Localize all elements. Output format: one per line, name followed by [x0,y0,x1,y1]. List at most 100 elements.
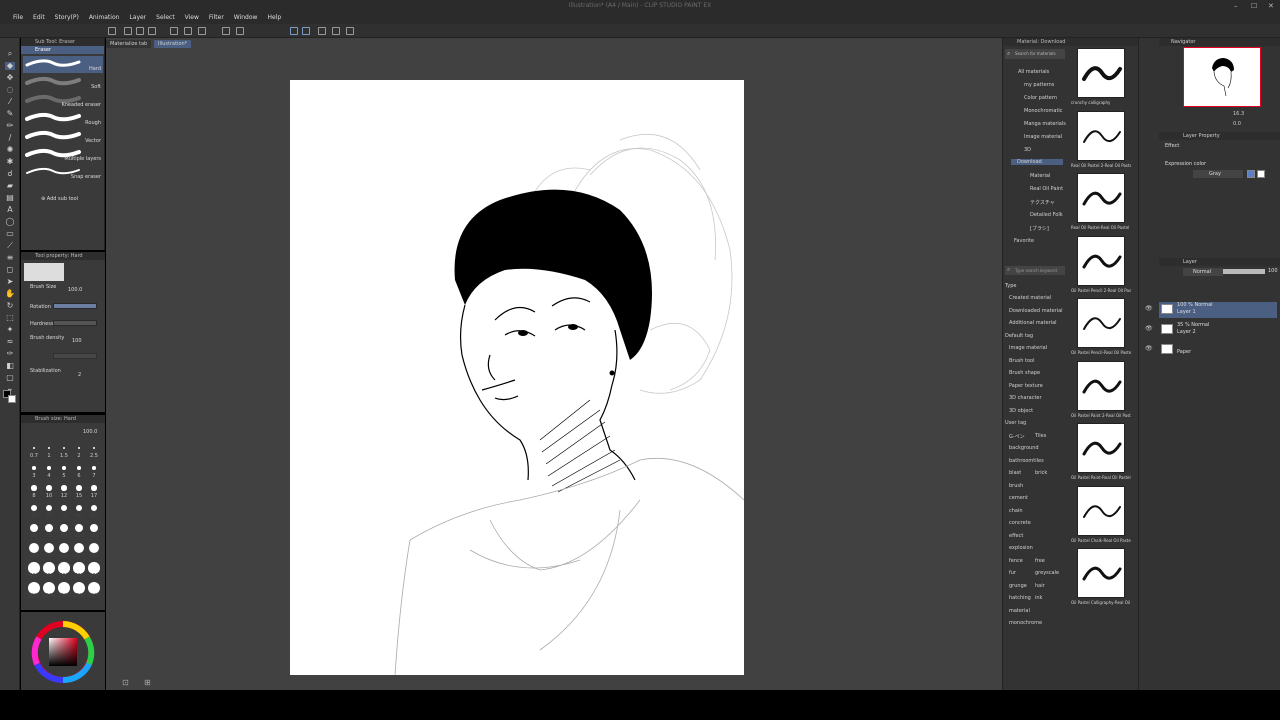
rotation-slider[interactable] [53,303,97,309]
user-tag[interactable]: blast [1009,470,1021,476]
default-tag-label[interactable]: Default tag [1005,333,1033,339]
menu-help[interactable]: Help [262,12,286,24]
document-tab-materialize[interactable]: Materialize tab [106,40,152,48]
subtool-tab[interactable]: Sub Tool: Eraser [21,38,104,46]
tree-item[interactable]: Favorite [1014,238,1034,244]
type-item[interactable]: Additional material [1009,320,1057,326]
hardness-slider[interactable] [53,320,97,326]
brush-size-option[interactable]: 800 [84,573,104,579]
blend-tool-icon[interactable]: ☌ [5,170,15,178]
user-tag[interactable]: brick [1035,470,1047,476]
user-tag[interactable]: greyscale [1035,570,1059,576]
expression-color-select[interactable]: Gray [1193,170,1243,178]
subtool-group[interactable]: Eraser [21,46,104,54]
default-tag[interactable]: Brush shape [1009,370,1040,376]
maximize-button[interactable]: ☐ [1251,2,1257,10]
tree-item[interactable]: Manga materials [1024,121,1066,127]
user-tag[interactable]: chain [1009,508,1023,514]
color-wheel[interactable] [21,612,105,690]
eraser-tool-icon[interactable]: ◆ [5,62,15,70]
brush-size-dot[interactable] [29,543,39,553]
type-item[interactable]: Downloaded material [1009,308,1063,314]
eye-icon[interactable]: 👁 [1145,325,1153,332]
tree-item[interactable]: Material [1030,173,1050,179]
brush-size-dot[interactable] [74,543,84,553]
tree-item[interactable]: 3D [1024,147,1031,153]
brush-size-dot[interactable] [44,523,54,533]
rotation-value[interactable]: 0.0 [1233,121,1241,127]
type-item[interactable]: Created material [1009,295,1051,301]
brush-size-dot[interactable] [31,485,37,491]
gradient-icon[interactable]: ▤ [5,194,15,202]
brush-size-dot[interactable] [32,466,36,470]
crop-icon[interactable] [332,27,340,35]
add-subtool-button[interactable]: ⊕ Add sub tool [41,196,78,202]
brush-size-dot[interactable] [60,504,68,512]
open-file-icon[interactable] [124,27,132,35]
user-tag[interactable]: Tiles [1035,433,1046,439]
brush-size-dot[interactable] [44,543,54,553]
user-tag-label[interactable]: User tag [1005,420,1026,426]
tree-item-selected[interactable]: Download [1011,159,1063,165]
brush-size-dot[interactable] [90,504,98,512]
ink-tool-icon[interactable]: ✑ [5,350,15,358]
brush-size-panel-value[interactable]: 100.0 [83,429,97,435]
color-swatch-white[interactable] [1257,170,1265,178]
default-tag[interactable]: Image material [1009,345,1047,351]
brush-size-dot[interactable] [46,485,52,491]
tool-property-tab[interactable]: Tool property: Hard [21,252,105,260]
user-tag[interactable]: brush [1009,483,1023,489]
user-tag[interactable]: monochrome [1009,620,1042,626]
material-thumbnail[interactable] [1077,173,1125,223]
balloon-tool-icon[interactable]: ◯ [5,218,15,226]
brush-size-dot[interactable] [89,523,99,533]
user-tag[interactable]: background [1009,445,1039,451]
undo-icon[interactable] [170,27,178,35]
border-tool-icon[interactable]: ▢ [5,374,15,382]
ruler-tool-icon[interactable]: ⟋ [5,242,15,250]
brush-size-dot[interactable] [47,466,51,470]
material-thumbnail[interactable] [1077,110,1125,161]
rotate-tool-icon[interactable]: ↻ [5,302,15,310]
materials-tab[interactable]: Material: Download [1003,38,1138,46]
blend-mode-select[interactable]: Normal [1183,268,1223,276]
settings-icon[interactable] [198,27,206,35]
operation-icon[interactable]: ➤ [5,278,15,286]
brush-size-option[interactable]: 120 [84,533,104,539]
brush-size-dot[interactable] [59,523,69,533]
layer-tab[interactable]: Layer [1159,258,1280,266]
pencil-tool-icon[interactable]: ✏ [5,122,15,130]
user-tag[interactable]: free [1035,558,1045,564]
blur-tool-icon[interactable]: ≈ [5,338,15,346]
brush-size-dot[interactable] [33,447,35,449]
brush-size-dot[interactable] [92,466,96,470]
user-tag[interactable]: G-ペン [1009,433,1025,440]
document-tab-illustration[interactable]: Illustration* [154,40,192,48]
brush-tool-icon[interactable]: ∕ [5,134,15,142]
correct-line-icon[interactable]: ≡ [5,254,15,262]
layer-row-2[interactable]: 👁 35 % Normal Layer 2 [1145,322,1277,336]
tree-item[interactable]: Image material [1024,134,1062,140]
user-tag[interactable]: material [1009,608,1030,614]
sub-color-swatch[interactable] [8,395,16,403]
brush-size-option[interactable]: 2000 [84,593,104,599]
brush-size-value[interactable]: 100.0 [68,287,82,293]
menu-select[interactable]: Select [151,12,180,24]
brush-size-dot[interactable] [89,543,99,553]
close-button[interactable]: ✕ [1268,2,1274,10]
menu-story[interactable]: Story(P) [50,12,84,24]
layer-row-1[interactable]: 👁 100 % Normal Layer 1 [1145,302,1277,318]
move-tool-icon[interactable]: ✥ [5,74,15,82]
menu-filter[interactable]: Filter [204,12,229,24]
brush-size-dot[interactable] [59,543,69,553]
keyword-search[interactable]: ⌕ Type search keyword [1005,266,1065,275]
brush-size-tab[interactable]: Brush size: Hard [21,415,105,423]
brush-size-dot[interactable] [48,447,50,449]
guide-icon[interactable] [318,27,326,35]
user-tag[interactable]: concrete [1009,520,1031,526]
brush-size-dot[interactable] [30,504,38,512]
brush-density-value[interactable]: 100 [72,338,82,344]
layer-property-tab[interactable]: Layer Property [1159,132,1280,140]
zoom-tool-icon[interactable]: ⌕ [5,50,15,58]
user-tag[interactable]: fur [1009,570,1016,576]
